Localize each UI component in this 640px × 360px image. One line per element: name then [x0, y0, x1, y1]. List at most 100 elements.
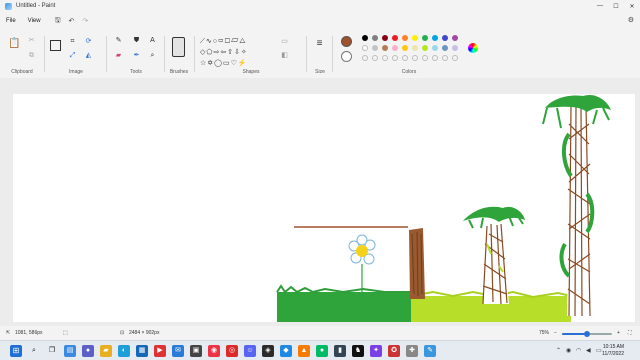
text-icon[interactable]: A	[148, 37, 157, 46]
custom-color-slot[interactable]	[372, 55, 378, 61]
pencil-icon[interactable]: ✎	[114, 37, 123, 46]
palette-color-swatch[interactable]	[362, 45, 368, 51]
custom-color-slot[interactable]	[392, 55, 398, 61]
palette-color-swatch[interactable]	[432, 35, 438, 41]
clock[interactable]: 10:15 AM 11/7/2022	[602, 344, 624, 358]
select-icon[interactable]	[50, 40, 61, 51]
discord-icon[interactable]: ☺	[244, 345, 256, 357]
settings-icon[interactable]: ⚙	[628, 16, 634, 24]
paint-taskbar-icon[interactable]: ✎	[424, 345, 436, 357]
fit-screen-icon[interactable]: ⛶	[628, 330, 632, 336]
magnifier-icon[interactable]: ⌕	[148, 52, 157, 61]
shape-fill-icon[interactable]: ◧	[280, 52, 289, 61]
search-icon[interactable]: ⌕	[28, 345, 40, 357]
resize-icon[interactable]: ⤢	[68, 52, 77, 61]
maximize-icon[interactable]: ☐	[608, 0, 624, 12]
palette-color-swatch[interactable]	[372, 35, 378, 41]
widgets-icon[interactable]: ▤	[64, 345, 76, 357]
palette-color-swatch[interactable]	[382, 35, 388, 41]
teams-icon[interactable]: ●	[82, 345, 94, 357]
outline-icon[interactable]: ▭	[280, 38, 289, 47]
undo-icon[interactable]: ↶	[69, 17, 75, 25]
app-icon-5[interactable]: ▲	[298, 345, 310, 357]
flip-icon[interactable]: ◭	[84, 52, 93, 61]
chrome-icon[interactable]: ◎	[226, 345, 238, 357]
zoom-slider-thumb[interactable]	[584, 331, 590, 337]
palette-color-swatch[interactable]	[362, 35, 368, 41]
task-view-icon[interactable]: ❐	[46, 345, 58, 357]
secondary-color-swatch[interactable]	[341, 51, 352, 62]
save-icon[interactable]: 🖫	[55, 16, 61, 27]
custom-color-slot[interactable]	[362, 55, 368, 61]
tools-label: Tools	[130, 69, 142, 75]
fill-icon[interactable]: ⛊	[132, 37, 141, 46]
app-icon-9[interactable]: ✦	[370, 345, 382, 357]
menu-view[interactable]: View	[28, 18, 41, 24]
custom-color-slot[interactable]	[442, 55, 448, 61]
palette-color-swatch[interactable]	[442, 45, 448, 51]
redo-icon[interactable]: ↷	[82, 17, 88, 25]
palette-color-swatch[interactable]	[392, 35, 398, 41]
tray-chevron-icon[interactable]: ⌃	[556, 347, 561, 354]
primary-color-swatch[interactable]	[341, 36, 352, 47]
store-icon[interactable]: ▦	[136, 345, 148, 357]
palette-color-swatch[interactable]	[412, 45, 418, 51]
custom-color-slot[interactable]	[422, 55, 428, 61]
tray-app-icon[interactable]: ◉	[566, 347, 571, 354]
clipboard-label: Clipboard	[11, 69, 33, 75]
eraser-icon[interactable]: ▰	[114, 52, 123, 61]
shapes-gallery[interactable]: ⟋∿○▭▢▱△ ◇⬠⇨⇦⇧⇩✧ ☆✡◯▭♡⚡	[200, 36, 280, 69]
paste-icon[interactable]: 📋	[8, 39, 20, 54]
app-icon-1[interactable]: ▣	[190, 345, 202, 357]
palette-color-swatch[interactable]	[452, 35, 458, 41]
palette-color-swatch[interactable]	[392, 45, 398, 51]
edit-colors-icon[interactable]	[468, 43, 478, 53]
palette-color-swatch[interactable]	[432, 45, 438, 51]
minimize-icon[interactable]: —	[592, 0, 608, 12]
zoom-slider[interactable]	[562, 331, 612, 337]
mail-icon[interactable]: ✉	[172, 345, 184, 357]
app-icon-10[interactable]: ✪	[388, 345, 400, 357]
battery-icon[interactable]: ▭	[596, 347, 602, 354]
zoom-out-icon[interactable]: −	[554, 330, 557, 336]
youtube-icon[interactable]: ▶	[154, 345, 166, 357]
brush-icon[interactable]	[172, 37, 185, 57]
app-icon-8[interactable]: ♞	[352, 345, 364, 357]
palette-color-swatch[interactable]	[402, 35, 408, 41]
palette-color-swatch[interactable]	[442, 35, 448, 41]
cut-icon[interactable]: ✂	[27, 37, 36, 46]
palette-color-swatch[interactable]	[422, 45, 428, 51]
palette-color-swatch[interactable]	[412, 35, 418, 41]
cursor-position: 1081, 586px	[15, 330, 43, 336]
custom-color-slot[interactable]	[402, 55, 408, 61]
app-icon-4[interactable]: ◆	[280, 345, 292, 357]
zoom-in-icon[interactable]: +	[617, 330, 620, 336]
palette-color-swatch[interactable]	[372, 45, 378, 51]
custom-color-slot[interactable]	[412, 55, 418, 61]
volume-icon[interactable]: ◀	[586, 347, 591, 354]
palette-color-swatch[interactable]	[422, 35, 428, 41]
start-icon[interactable]: ⊞	[10, 345, 22, 357]
drawing-canvas[interactable]	[13, 94, 635, 322]
file-explorer-icon[interactable]: ▰	[100, 345, 112, 357]
close-icon[interactable]: ✕	[624, 0, 640, 12]
custom-color-slot[interactable]	[432, 55, 438, 61]
palette-color-swatch[interactable]	[452, 45, 458, 51]
app-icon-6[interactable]: ●	[316, 345, 328, 357]
rotate-icon[interactable]: ⟳	[84, 38, 93, 47]
wifi-icon[interactable]: ◠	[576, 347, 581, 354]
app-icon-2[interactable]: ◉	[208, 345, 220, 357]
custom-color-slot[interactable]	[382, 55, 388, 61]
menu-file[interactable]: File	[6, 18, 16, 24]
app-icon-11[interactable]: ✚	[406, 345, 418, 357]
copy-icon[interactable]: ⧉	[27, 52, 36, 61]
palette-color-swatch[interactable]	[382, 45, 388, 51]
color-picker-icon[interactable]: ✒	[132, 52, 141, 61]
crop-icon[interactable]: ⌗	[68, 38, 77, 47]
app-icon-3[interactable]: ◈	[262, 345, 274, 357]
app-icon-7[interactable]: ▮	[334, 345, 346, 357]
palette-color-swatch[interactable]	[402, 45, 408, 51]
size-icon[interactable]: ≡	[314, 39, 325, 51]
edge-icon[interactable]: ◐	[118, 345, 130, 357]
custom-color-slot[interactable]	[452, 55, 458, 61]
